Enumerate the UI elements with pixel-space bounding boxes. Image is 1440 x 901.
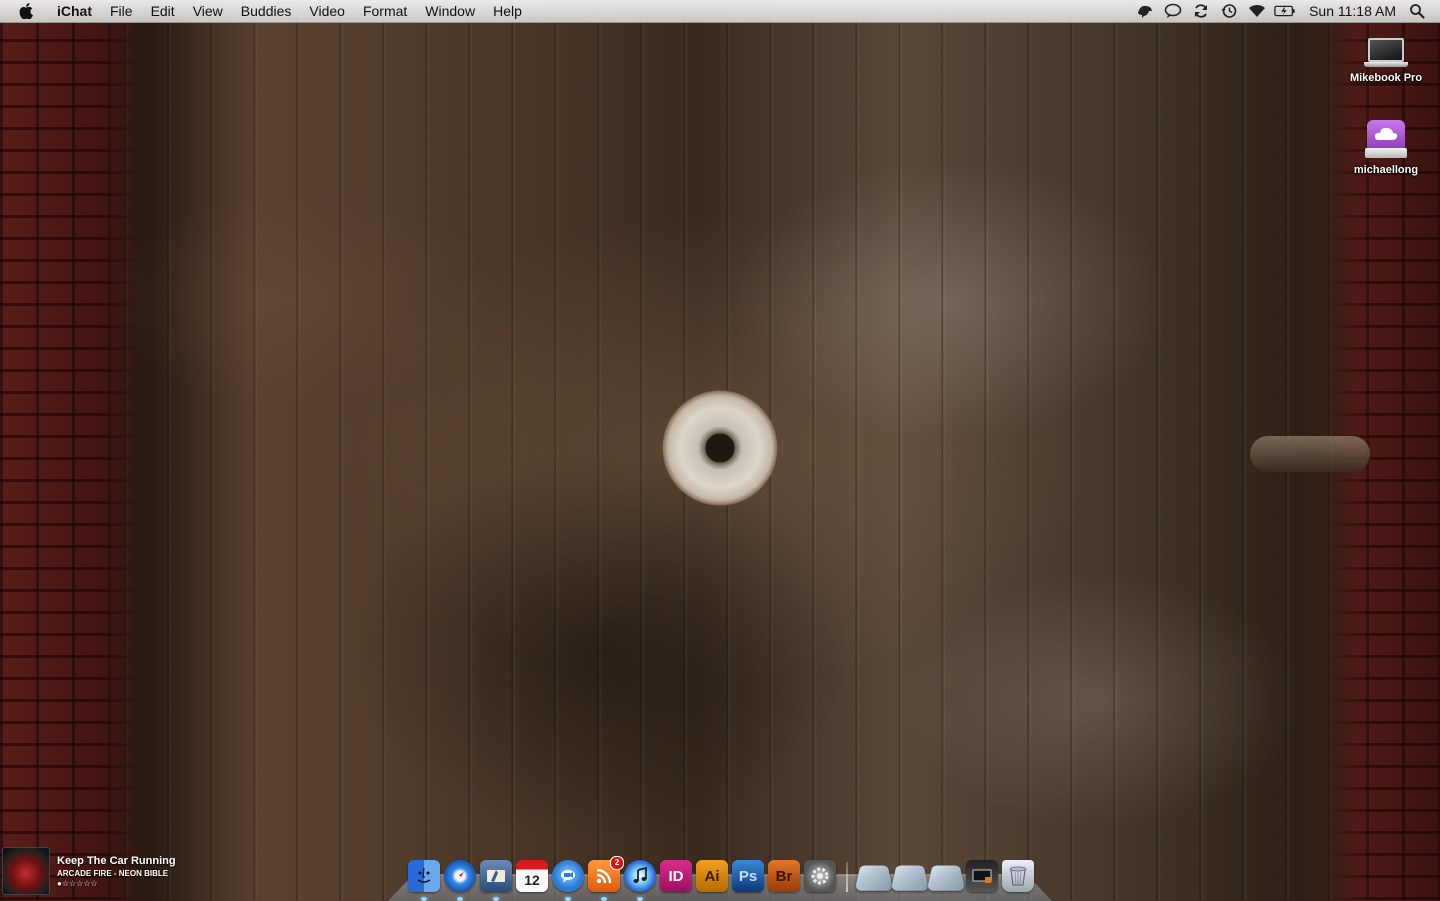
laptop-icon (1364, 38, 1408, 68)
menu-window[interactable]: Window (416, 0, 484, 22)
dock: 12 2 ID Ai Ps Br (406, 852, 1036, 901)
apple-menu-icon[interactable] (18, 3, 34, 19)
system-preferences-icon[interactable] (804, 860, 836, 892)
now-playing-widget[interactable]: Keep The Car Running ARCADE FIRE - NEON … (2, 846, 176, 896)
menu-bar: iChat File Edit View Buddies Video Forma… (0, 0, 1440, 23)
running-indicator (565, 897, 571, 901)
spotlight-search-icon[interactable] (1406, 0, 1428, 22)
album-art (2, 847, 50, 895)
now-playing-rating[interactable]: ●☆☆☆☆☆ (57, 879, 176, 888)
unread-badge: 2 (610, 856, 624, 870)
mail-icon[interactable] (480, 860, 512, 901)
chat-bubble-icon[interactable] (1162, 0, 1184, 22)
desktop-icon-label: Mikebook Pro (1349, 72, 1423, 84)
running-indicator (421, 897, 427, 901)
growl-icon[interactable] (1134, 0, 1156, 22)
ichat-icon[interactable] (552, 860, 584, 901)
idisk-icon (1365, 118, 1407, 160)
battery-icon[interactable] (1274, 0, 1296, 22)
running-indicator (601, 897, 607, 901)
menu-clock[interactable]: Sun 11:18 AM (1299, 3, 1406, 19)
menu-edit[interactable]: Edit (142, 0, 184, 22)
ical-icon[interactable]: 12 (516, 860, 548, 892)
wifi-icon[interactable] (1246, 0, 1268, 22)
rss-reader-icon[interactable]: 2 (588, 856, 624, 901)
finder-icon[interactable] (408, 860, 440, 901)
menu-view[interactable]: View (184, 0, 232, 22)
illustrator-icon[interactable]: Ai (696, 860, 728, 892)
menu-help[interactable]: Help (484, 0, 531, 22)
bridge-icon[interactable]: Br (768, 860, 800, 892)
downloads-stack-icon[interactable] (926, 865, 966, 891)
now-playing-artist: ARCADE FIRE - NEON BIBLE (57, 868, 169, 878)
desktop-icon-mikebook-pro[interactable]: Mikebook Pro (1341, 38, 1431, 86)
itunes-icon[interactable] (624, 860, 656, 901)
menu-format[interactable]: Format (354, 0, 416, 22)
menu-app-name[interactable]: iChat (48, 0, 101, 22)
running-indicator (493, 897, 499, 901)
screen-capture-icon[interactable] (966, 860, 998, 892)
safari-icon[interactable] (444, 860, 476, 901)
disk-stack-icon[interactable] (854, 865, 894, 891)
desktop-icon-label: michaellong (1353, 164, 1419, 176)
time-machine-icon[interactable] (1218, 0, 1240, 22)
running-indicator (457, 897, 463, 901)
now-playing-title: Keep The Car Running (57, 854, 176, 867)
menu-video[interactable]: Video (300, 0, 354, 22)
trash-icon[interactable] (1002, 860, 1034, 892)
menu-file[interactable]: File (101, 0, 142, 22)
wallpaper-brick-left (0, 22, 140, 900)
photoshop-icon[interactable]: Ps (732, 860, 764, 892)
documents-stack-icon[interactable] (890, 865, 930, 891)
menu-buddies[interactable]: Buddies (232, 0, 301, 22)
wallpaper-pipe (1250, 436, 1370, 472)
sync-icon[interactable] (1190, 0, 1212, 22)
indesign-icon[interactable]: ID (660, 860, 692, 892)
running-indicator (637, 897, 643, 901)
desktop-icon-michaellong[interactable]: michaellong (1341, 118, 1431, 178)
menu-extras: Sun 11:18 AM (1131, 0, 1440, 22)
wallpaper-light-fixture (662, 390, 778, 506)
dock-separator (846, 862, 848, 892)
